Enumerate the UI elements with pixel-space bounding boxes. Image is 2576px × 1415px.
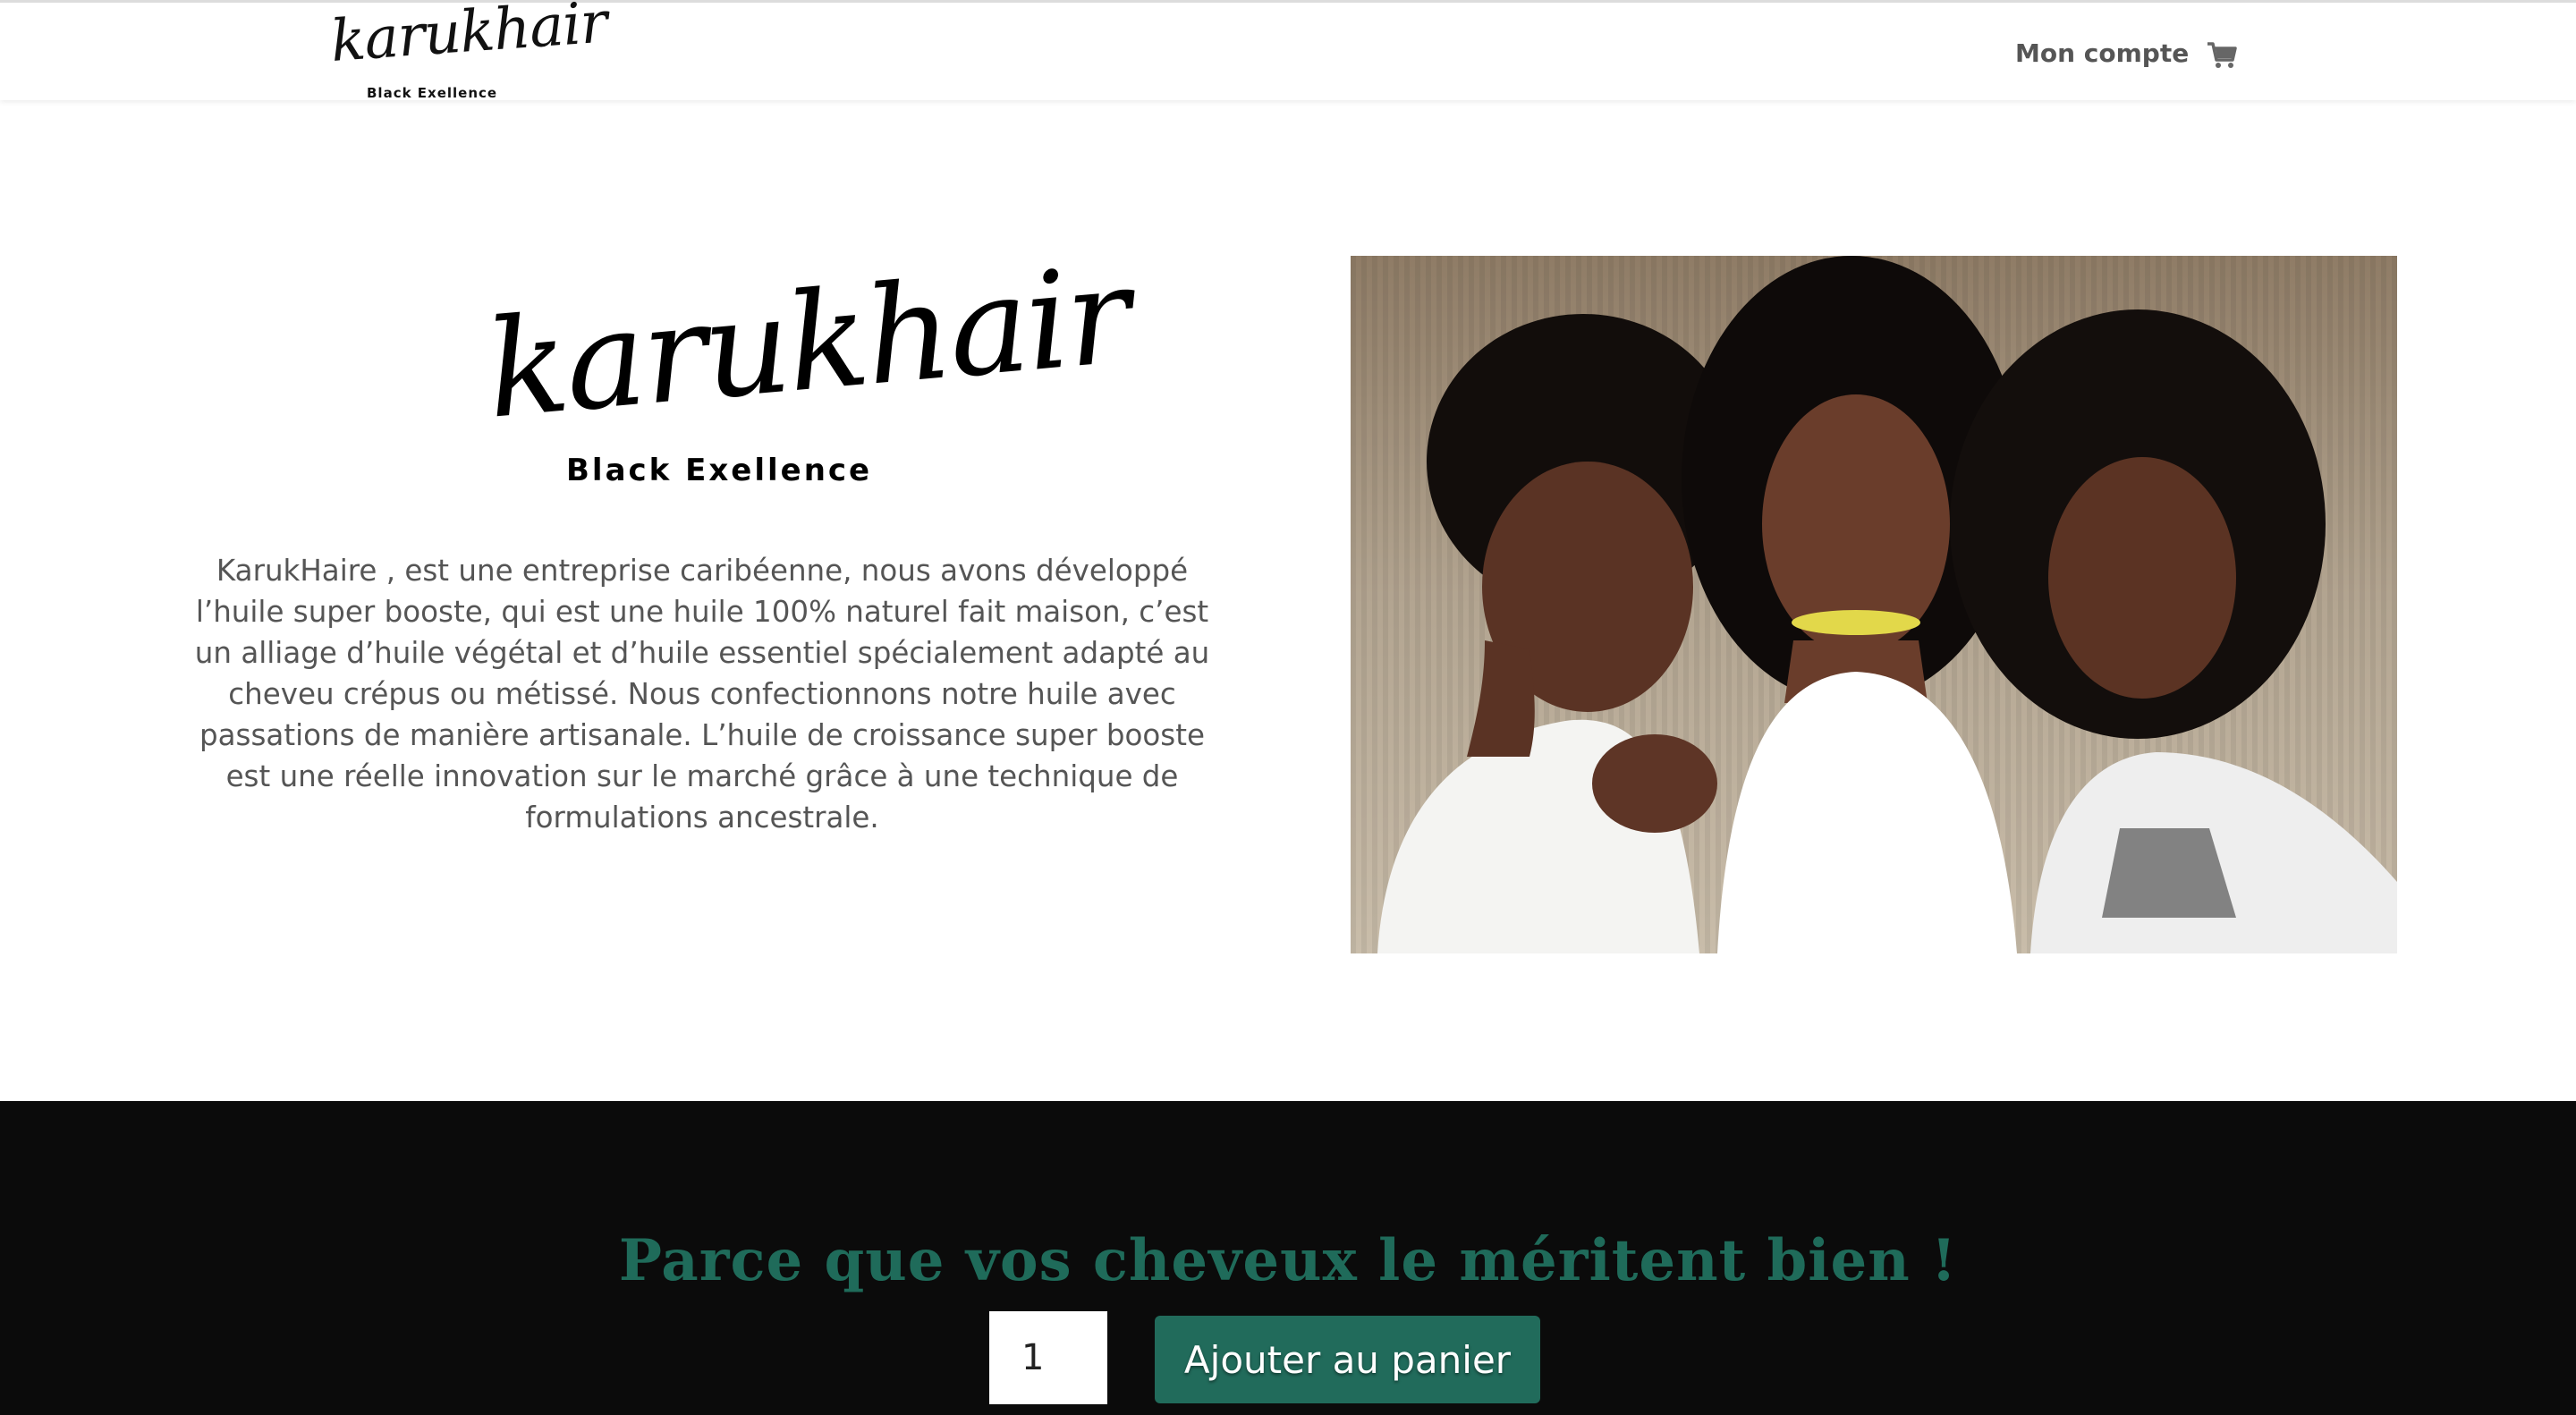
intro-description: KarukHaire , est une entreprise caribéen…: [194, 554, 1210, 835]
intro-logo-tagline: Black Exellence: [566, 453, 873, 488]
logo-tagline: Black Exellence: [367, 85, 498, 101]
nav-account-link[interactable]: Mon compte: [2015, 37, 2189, 71]
shopping-cart-icon[interactable]: [2206, 38, 2238, 71]
logo-script-text: karukhair: [328, 0, 609, 75]
site-header: karukhair Black Exellence Mon compte: [0, 0, 2576, 101]
site-logo[interactable]: karukhair Black Exellence: [328, 0, 608, 101]
quantity-input[interactable]: [989, 1311, 1107, 1404]
cta-section: Parce que vos cheveux le méritent bien !…: [0, 1101, 2576, 1415]
three-women-smiling-photo: [1351, 256, 2397, 953]
cta-title: Parce que vos cheveux le méritent bien !: [618, 1227, 1958, 1294]
add-to-cart-button[interactable]: Ajouter au panier: [1155, 1316, 1540, 1403]
intro-logo-script-text: karukhair: [480, 237, 1135, 449]
intro-brand-logo: karukhair Black Exellence: [480, 238, 1134, 492]
